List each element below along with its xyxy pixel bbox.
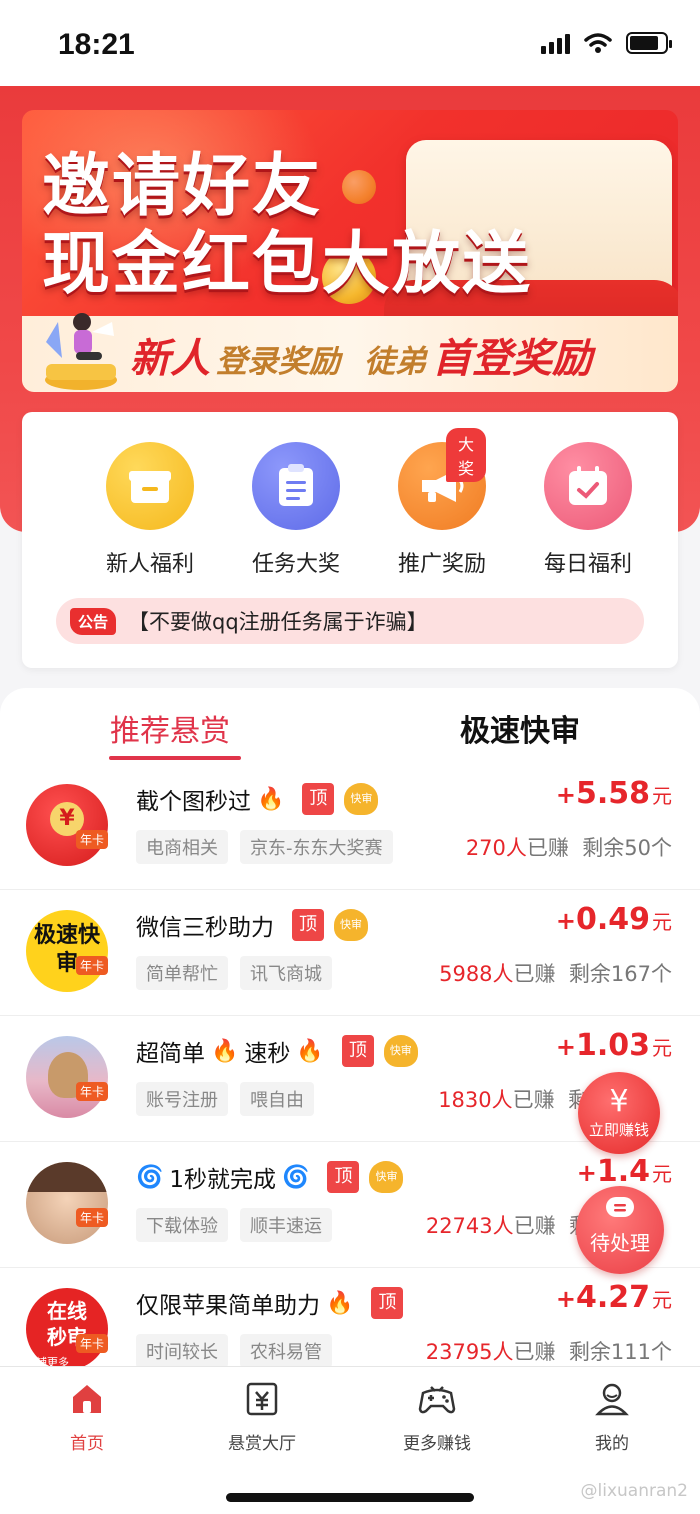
home-icon (17, 1379, 157, 1419)
announcement-text: 【不要做qq注册任务属于诈骗】 (128, 610, 428, 634)
task-avatar: ¥ (26, 784, 108, 866)
task-price: +1.4 元 (576, 1154, 672, 1189)
wifi-icon (584, 33, 612, 53)
task-avatar: 极速快审 (26, 910, 108, 992)
tab-underline (109, 756, 241, 760)
coin-icon (342, 170, 376, 204)
task-avatar (26, 1036, 108, 1118)
nav-profile[interactable]: 我的 (542, 1379, 682, 1454)
user-icon (542, 1379, 682, 1419)
tab-fast-review[interactable]: 极速快审 (460, 706, 580, 750)
bottom-navigation: 首页 悬赏大厅 更多赚钱 我的 @lixuanran2 (0, 1366, 700, 1514)
earn-now-button[interactable]: ¥ 立即赚钱 (578, 1072, 660, 1154)
banner-reward-strip: 新人 登录奖励 徒弟 首登奖励 (130, 336, 592, 382)
gift-box-icon (129, 471, 171, 503)
pending-label: 待处理 (590, 1231, 650, 1255)
task-price: +0.49 元 (555, 902, 672, 937)
task-title: 截个图秒过 🔥 顶快审 (136, 782, 379, 816)
task-tabs: 推荐悬赏 极速快审 (0, 688, 700, 764)
task-stats: 5988人已赚 剩余167个 (439, 962, 672, 986)
quick-action-label: 任务大奖 (251, 552, 340, 577)
home-indicator (226, 1493, 474, 1502)
spiral-icon: 🌀 (282, 1164, 310, 1190)
yuan-ticket-icon (192, 1379, 332, 1419)
spiral-icon: 🌀 (136, 1164, 164, 1190)
annual-card-badge: 年卡 (76, 1082, 109, 1101)
top-tag: 顶 (327, 1161, 360, 1193)
top-tag: 顶 (302, 783, 335, 815)
yuan-download-icon: ¥ (609, 1084, 629, 1119)
person-megaphone-illustration (45, 313, 117, 390)
task-stats: 270人已赚 剩余50个 (465, 836, 672, 860)
task-title: 超简单 🔥 速秒 🔥 顶快审 (136, 1034, 418, 1068)
calendar-check-icon (569, 466, 607, 505)
nav-reward-hall[interactable]: 悬赏大厅 (192, 1379, 332, 1454)
fire-icon: 🔥 (257, 786, 285, 812)
task-title: 微信三秒助力 顶快审 (136, 908, 368, 942)
battery-icon (626, 32, 672, 54)
invite-banner[interactable]: 邀请好友 现金红包大放送 新人 登录奖励 徒弟 首登奖励 (22, 110, 678, 392)
quick-action-newbie-welfare[interactable]: 新人福利 (80, 442, 220, 578)
fire-icon: 🔥 (326, 1290, 354, 1316)
status-bar: 18:21 (0, 0, 700, 86)
task-row[interactable]: ¥ 年卡 截个图秒过 🔥 顶快审 电商相关 京东-东东大奖赛 +5.58 元 270人… (0, 764, 700, 890)
prize-badge: 大奖 (446, 428, 486, 482)
task-row[interactable]: 在线秒审 铺更多 年卡 仅限苹果简单助力 🔥 顶 时间较长 农科易管 +4.27 元 … (0, 1268, 700, 1366)
pending-button[interactable]: 待处理 (576, 1186, 664, 1274)
annual-card-badge: 年卡 (76, 956, 109, 975)
quick-actions-card: 新人福利 任务大奖 大奖 推广奖励 每日福利 公告 【不要做qq注册任务属于诈骗… (22, 412, 678, 668)
status-time: 18:21 (58, 28, 135, 61)
quick-action-label: 新人福利 (105, 552, 194, 577)
chat-bubble-icon (576, 1196, 664, 1229)
task-stats: 23795人已赚 剩余111个 (425, 1340, 672, 1364)
quick-action-task-prize[interactable]: 任务大奖 (226, 442, 366, 578)
quick-action-label: 每日福利 (543, 552, 632, 577)
earn-now-label: 立即赚钱 (588, 1121, 649, 1139)
task-title: 🌀 1秒就完成 🌀 顶快审 (136, 1160, 404, 1194)
tab-recommended[interactable]: 推荐悬赏 (110, 706, 230, 750)
annual-card-badge: 年卡 (76, 1208, 109, 1227)
nav-home[interactable]: 首页 (17, 1379, 157, 1454)
banner-title-line2: 现金红包大放送 (42, 225, 533, 304)
task-tags: 账号注册 喂自由 (136, 1082, 314, 1116)
fast-review-tag: 快审 (369, 1161, 404, 1193)
announcement-bar[interactable]: 公告 【不要做qq注册任务属于诈骗】 (56, 598, 644, 644)
gamepad-icon (367, 1379, 507, 1419)
task-price: +4.27 元 (555, 1280, 672, 1315)
watermark: @lixuanran2 (580, 1481, 688, 1501)
clipboard-icon (279, 464, 313, 506)
fast-review-tag: 快审 (334, 909, 368, 941)
task-title: 仅限苹果简单助力 🔥 顶 (136, 1286, 404, 1320)
task-price: +1.03 元 (555, 1028, 672, 1063)
top-tag: 顶 (292, 909, 324, 941)
cellular-signal-icon (541, 32, 570, 54)
task-avatar: 在线秒审 铺更多 (26, 1288, 108, 1366)
task-avatar (26, 1162, 108, 1244)
annual-card-badge: 年卡 (76, 830, 109, 849)
task-tags: 电商相关 京东-东东大奖赛 (136, 830, 393, 864)
status-icons (541, 32, 672, 54)
top-tag: 顶 (371, 1287, 404, 1319)
fire-icon: 🔥 (211, 1038, 239, 1064)
task-tags: 简单帮忙 讯飞商城 (136, 956, 332, 990)
task-price: +5.58 元 (555, 776, 672, 811)
quick-action-promotion-reward[interactable]: 大奖 推广奖励 (372, 428, 512, 578)
nav-more-earning[interactable]: 更多赚钱 (367, 1379, 507, 1454)
task-stats: 22743人已赚 剩 (425, 1214, 590, 1238)
fast-review-tag: 快审 (383, 1035, 418, 1067)
task-row[interactable]: 极速快审 年卡 微信三秒助力 顶快审 简单帮忙 讯飞商城 +0.49 元 5988人… (0, 890, 700, 1016)
top-tag: 顶 (341, 1035, 374, 1067)
quick-action-daily-welfare[interactable]: 每日福利 (518, 442, 658, 578)
quick-action-label: 推广奖励 (397, 552, 486, 577)
task-tags: 时间较长 农科易管 (136, 1334, 332, 1366)
annual-card-badge: 年卡 (76, 1334, 109, 1353)
announcement-tag: 公告 (70, 607, 117, 635)
task-tags: 下载体验 顺丰速运 (136, 1208, 332, 1242)
fast-review-tag: 快审 (344, 783, 379, 815)
fire-icon: 🔥 (296, 1038, 324, 1064)
